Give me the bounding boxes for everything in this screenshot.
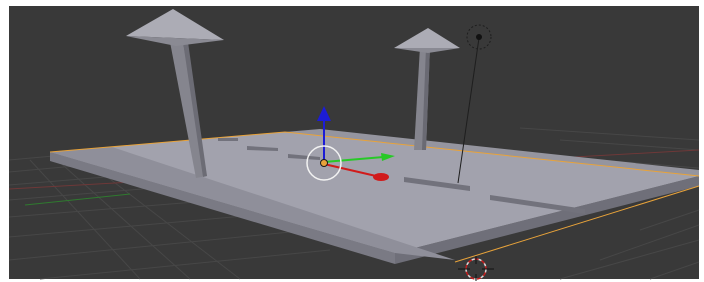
lamp-center <box>476 34 482 40</box>
object-origin <box>320 159 328 167</box>
3d-viewport[interactable] <box>0 0 704 282</box>
gizmo-x-arrow[interactable] <box>373 173 389 181</box>
viewport-canvas[interactable] <box>0 0 704 282</box>
lane-mark <box>218 138 238 141</box>
